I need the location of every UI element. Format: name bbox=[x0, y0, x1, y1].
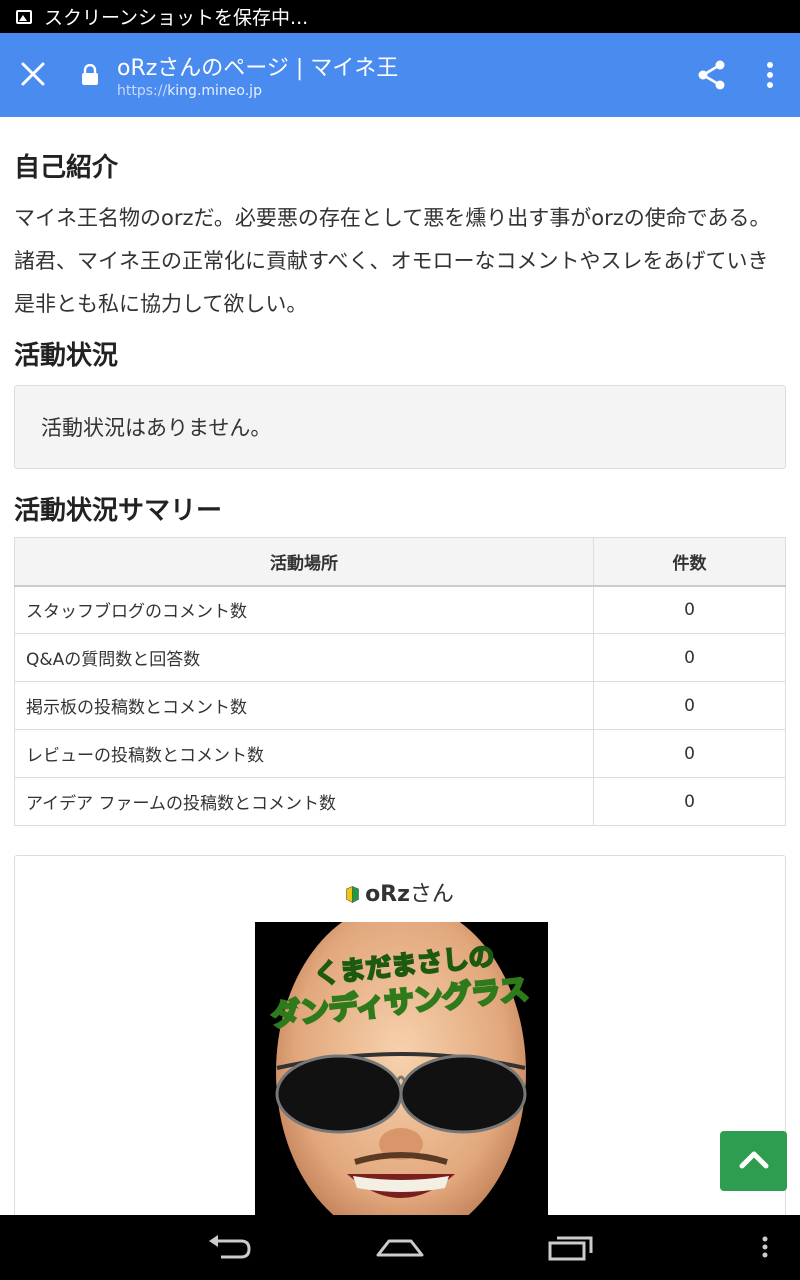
lock-icon bbox=[81, 63, 99, 86]
intro-heading: 自己紹介 bbox=[14, 153, 119, 183]
profile-nickname: oRz bbox=[365, 882, 410, 907]
summary-table: 活動場所 件数 スタッフブログのコメント数 0 Q&Aの質問数と回答数 0 掲示… bbox=[14, 537, 786, 826]
beginner-leaf-icon bbox=[346, 884, 359, 903]
url-host: king.mineo.jp bbox=[167, 83, 262, 99]
table-row: スタッフブログのコメント数 0 bbox=[14, 585, 786, 634]
count-cell: 0 bbox=[593, 633, 786, 682]
recents-icon[interactable] bbox=[547, 1233, 595, 1267]
page-title: oRzさんのページ | マイネ王 bbox=[117, 56, 399, 81]
profile-card: oRzさん くまだまさしの ダンディサングラス bbox=[14, 855, 786, 1215]
column-header-count: 件数 bbox=[593, 537, 786, 587]
profile-honorific: さん bbox=[409, 882, 454, 907]
avatar[interactable]: くまだまさしの ダンディサングラス bbox=[255, 922, 548, 1215]
table-row: アイデア ファームの投稿数とコメント数 0 bbox=[14, 777, 786, 826]
place-cell: レビューの投稿数とコメント数 bbox=[14, 729, 594, 778]
system-nav-bar bbox=[0, 1215, 800, 1280]
profile-name[interactable]: oRzさん bbox=[15, 876, 785, 908]
menu-icon[interactable] bbox=[760, 1233, 770, 1267]
place-cell: スタッフブログのコメント数 bbox=[14, 585, 594, 634]
count-cell: 0 bbox=[593, 777, 786, 826]
custom-tab-toolbar: oRzさんのページ | マイネ王 https://king.mineo.jp bbox=[0, 33, 800, 117]
chevron-up-icon bbox=[738, 1149, 770, 1173]
url-scheme: https:// bbox=[117, 83, 168, 99]
count-cell: 0 bbox=[593, 585, 786, 634]
place-cell: 掲示板の投稿数とコメント数 bbox=[14, 681, 594, 730]
table-row: レビューの投稿数とコメント数 0 bbox=[14, 729, 786, 778]
close-icon[interactable] bbox=[16, 57, 50, 91]
column-header-place: 活動場所 bbox=[14, 537, 594, 587]
activity-heading: 活動状況 bbox=[14, 341, 119, 371]
home-icon[interactable] bbox=[375, 1233, 425, 1267]
place-cell: アイデア ファームの投稿数とコメント数 bbox=[14, 777, 594, 826]
page-content: 自己紹介 マイネ王名物のorzだ。必要悪の存在として悪を燻り出す事がorzの使命… bbox=[0, 117, 800, 1215]
page-url: https://king.mineo.jp bbox=[117, 83, 262, 99]
back-icon[interactable] bbox=[205, 1233, 253, 1267]
table-row: Q&Aの質問数と回答数 0 bbox=[14, 633, 786, 682]
scroll-top-button[interactable] bbox=[720, 1131, 787, 1191]
status-notification: スクリーンショットを保存中... bbox=[44, 7, 309, 29]
intro-body: マイネ王名物のorzだ。必要悪の存在として悪を燻り出す事がorzの使命である。諸… bbox=[14, 206, 771, 316]
count-cell: 0 bbox=[593, 681, 786, 730]
count-cell: 0 bbox=[593, 729, 786, 778]
more-vert-icon[interactable] bbox=[758, 57, 782, 93]
summary-heading: 活動状況サマリー bbox=[14, 496, 223, 526]
activity-empty-message: 活動状況はありません。 bbox=[41, 416, 272, 440]
summary-header-row: 活動場所 件数 bbox=[14, 537, 786, 587]
place-cell: Q&Aの質問数と回答数 bbox=[14, 633, 594, 682]
image-icon bbox=[16, 9, 32, 24]
status-bar: スクリーンショットを保存中... bbox=[0, 0, 800, 33]
table-row: 掲示板の投稿数とコメント数 0 bbox=[14, 681, 786, 730]
activity-empty-box: 活動状況はありません。 bbox=[14, 385, 786, 469]
share-icon[interactable] bbox=[694, 57, 730, 93]
